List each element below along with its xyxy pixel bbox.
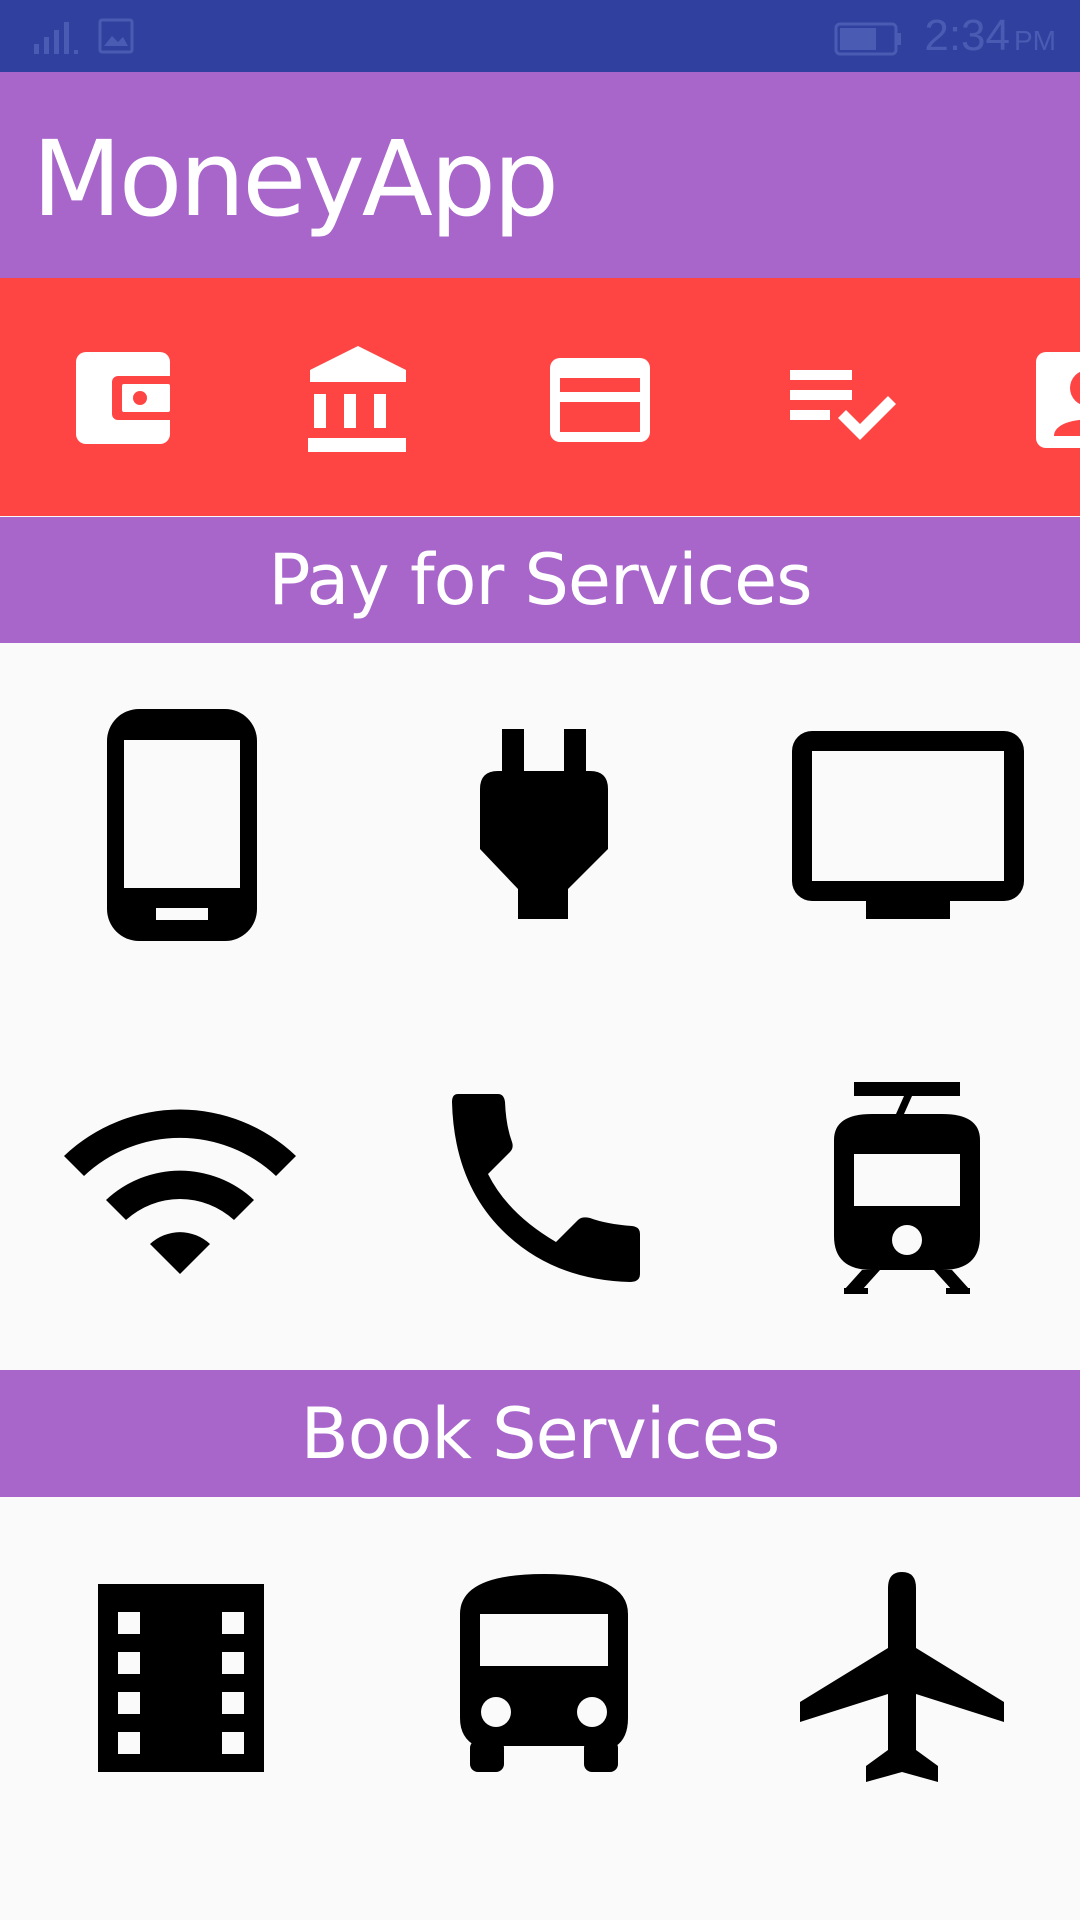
clock-ampm: PM <box>1014 25 1056 56</box>
power-plug-icon[interactable] <box>478 727 610 921</box>
airplane-icon[interactable] <box>798 1570 1006 1786</box>
movie-film-icon[interactable] <box>96 1582 266 1774</box>
bank-icon[interactable] <box>298 340 418 460</box>
pay-for-services-header: Pay for Services <box>0 517 1080 643</box>
status-time: 2:34 PM <box>924 10 1056 67</box>
tv-icon[interactable] <box>790 729 1026 921</box>
contact-icon[interactable] <box>1028 340 1080 460</box>
section-title: Book Services <box>300 1392 781 1475</box>
credit-card-icon[interactable] <box>540 340 660 460</box>
phone-icon[interactable] <box>448 1090 642 1284</box>
app-bar: MoneyApp <box>0 72 1080 278</box>
book-services-header: Book Services <box>0 1370 1080 1497</box>
wifi-icon[interactable] <box>62 1104 298 1276</box>
section-title: Pay for Services <box>268 539 812 621</box>
bus-icon[interactable] <box>458 1570 630 1774</box>
battery-icon <box>834 22 902 55</box>
signal-icon <box>34 22 78 54</box>
mobile-phone-icon[interactable] <box>104 706 260 944</box>
image-notification-icon <box>98 18 134 54</box>
status-bar: 2:34 PM <box>0 0 1080 72</box>
app-title: MoneyApp <box>32 118 559 240</box>
tram-icon[interactable] <box>832 1080 982 1296</box>
wallet-icon[interactable] <box>66 340 186 460</box>
checklist-icon[interactable] <box>782 340 902 460</box>
top-icon-strip <box>0 278 1080 516</box>
clock-time: 2:34 <box>924 11 1010 60</box>
